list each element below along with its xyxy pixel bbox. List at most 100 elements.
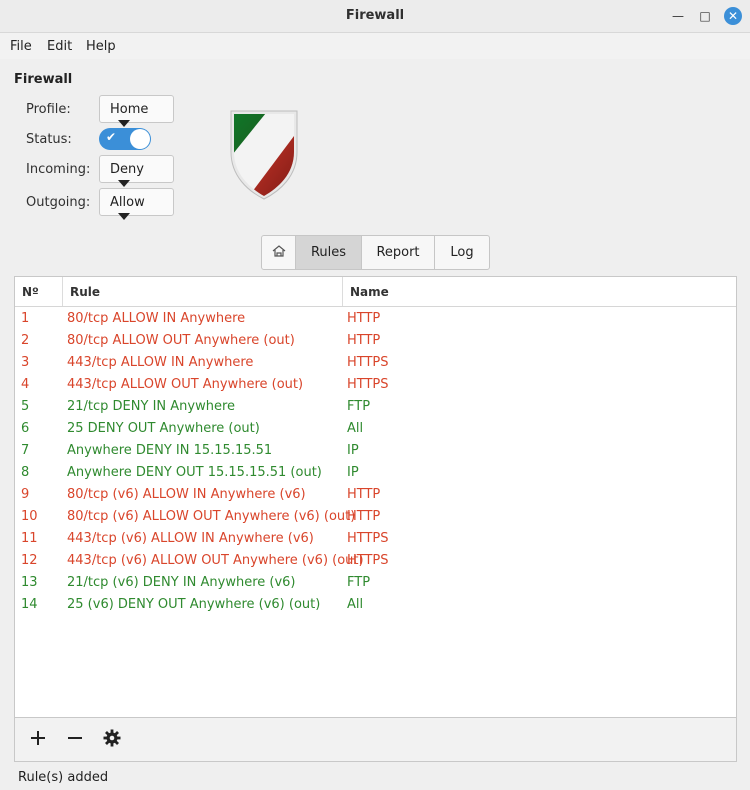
rule-name-cell: HTTPS	[347, 553, 389, 568]
rule-name-cell: IP	[347, 443, 359, 458]
rule-text-cell: 443/tcp (v6) ALLOW IN Anywhere (v6)	[67, 531, 314, 546]
table-row[interactable]: 12 443/tcp (v6) ALLOW OUT Anywhere (v6) (…	[15, 549, 736, 571]
rules-toolbar	[14, 718, 737, 762]
chevron-down-icon	[118, 213, 130, 220]
rule-number-cell: 5	[21, 399, 30, 414]
table-row[interactable]: 11 443/tcp (v6) ALLOW IN Anywhere (v6) HTT…	[15, 527, 736, 549]
menu-bar: File Edit Help	[0, 33, 750, 59]
firewall-shield-icon	[230, 110, 298, 200]
rule-text-cell: 25 DENY OUT Anywhere (out)	[67, 421, 260, 436]
chevron-down-icon	[118, 180, 130, 187]
rule-name-cell: HTTP	[347, 333, 381, 348]
toggle-knob	[130, 129, 150, 149]
profile-dropdown[interactable]: Home	[99, 95, 174, 127]
tab-report[interactable]: Report	[361, 236, 434, 269]
rule-number-cell: 1	[21, 311, 30, 326]
tab-home[interactable]	[262, 236, 295, 269]
plus-icon	[31, 731, 45, 745]
rule-number-cell: 13	[21, 575, 38, 590]
rule-number-cell: 2	[21, 333, 30, 348]
outgoing-label: Outgoing:	[26, 195, 91, 210]
tab-rules[interactable]: Rules	[295, 236, 361, 269]
rule-name-cell: FTP	[347, 399, 371, 414]
rule-name-cell: HTTP	[347, 487, 381, 502]
table-row[interactable]: 3 443/tcp ALLOW IN Anywhere HTTPS	[15, 351, 736, 373]
rule-number-cell: 8	[21, 465, 30, 480]
rules-table: Nº Rule Name 1 80/tcp ALLOW IN Anywhere HT…	[14, 276, 737, 718]
status-toggle[interactable]: ✔	[99, 128, 151, 150]
preferences-button[interactable]	[100, 728, 124, 752]
table-row[interactable]: 8 Anywhere DENY OUT 15.15.15.51 (out) IP	[15, 461, 736, 483]
table-row[interactable]: 6 25 DENY OUT Anywhere (out) All	[15, 417, 736, 439]
rule-number-cell: 14	[21, 597, 38, 612]
remove-rule-button[interactable]	[63, 728, 87, 752]
rule-text-cell: 80/tcp (v6) ALLOW IN Anywhere (v6)	[67, 487, 306, 502]
rule-text-cell: 21/tcp DENY IN Anywhere	[67, 399, 236, 414]
rule-name-cell: HTTPS	[347, 531, 389, 546]
rule-number-cell: 9	[21, 487, 30, 502]
table-row[interactable]: 4 443/tcp ALLOW OUT Anywhere (out) HTTPS	[15, 373, 736, 395]
add-rule-button[interactable]	[26, 728, 50, 752]
column-header-rule[interactable]: Rule	[63, 277, 343, 306]
window-title: Firewall	[345, 8, 405, 23]
outgoing-value: Allow	[110, 195, 145, 210]
rule-name-cell: HTTPS	[347, 355, 389, 370]
rule-number-cell: 11	[21, 531, 38, 546]
status-bar-text: Rule(s) added	[18, 770, 109, 785]
rule-name-cell: HTTP	[347, 509, 381, 524]
menu-edit[interactable]: Edit	[47, 39, 72, 54]
rule-name-cell: All	[347, 421, 364, 436]
table-row[interactable]: 2 80/tcp ALLOW OUT Anywhere (out) HTTP	[15, 329, 736, 351]
table-row[interactable]: 1 80/tcp ALLOW IN Anywhere HTTP	[15, 307, 736, 329]
rule-name-cell: All	[347, 597, 364, 612]
column-header-number[interactable]: Nº	[15, 277, 63, 306]
rule-text-cell: 80/tcp ALLOW IN Anywhere	[67, 311, 246, 326]
minus-icon	[68, 737, 82, 739]
incoming-value: Deny	[110, 162, 144, 177]
rule-number-cell: 3	[21, 355, 30, 370]
title-bar: Firewall — □ ✕	[0, 0, 750, 33]
rule-name-cell: IP	[347, 465, 359, 480]
rule-number-cell: 4	[21, 377, 30, 392]
profile-label: Profile:	[26, 102, 71, 117]
rule-text-cell: 443/tcp ALLOW OUT Anywhere (out)	[67, 377, 304, 392]
rule-number-cell: 12	[21, 553, 38, 568]
status-label: Status:	[26, 132, 72, 147]
section-title: Firewall	[14, 72, 73, 87]
profile-value: Home	[110, 102, 149, 117]
rule-number-cell: 7	[21, 443, 30, 458]
outgoing-dropdown[interactable]: Allow	[99, 188, 174, 220]
maximize-icon[interactable]: □	[697, 8, 713, 24]
minimize-icon[interactable]: —	[670, 8, 686, 24]
table-row[interactable]: 14 25 (v6) DENY OUT Anywhere (v6) (out) Al…	[15, 593, 736, 615]
table-row[interactable]: 13 21/tcp (v6) DENY IN Anywhere (v6) FTP	[15, 571, 736, 593]
tab-log[interactable]: Log	[434, 236, 489, 269]
close-icon[interactable]: ✕	[724, 7, 742, 25]
incoming-dropdown[interactable]: Deny	[99, 155, 174, 187]
table-row[interactable]: 9 80/tcp (v6) ALLOW IN Anywhere (v6) HTTP	[15, 483, 736, 505]
rule-text-cell: 443/tcp ALLOW IN Anywhere	[67, 355, 254, 370]
menu-help[interactable]: Help	[86, 39, 116, 54]
view-tabs: Rules Report Log	[261, 235, 490, 270]
firewall-window: Firewall — □ ✕ File Edit Help Firewall P…	[0, 0, 750, 790]
rule-name-cell: FTP	[347, 575, 371, 590]
gear-icon	[103, 729, 121, 747]
column-header-name[interactable]: Name	[343, 277, 736, 306]
rule-name-cell: HTTP	[347, 311, 381, 326]
rule-text-cell: Anywhere DENY IN 15.15.15.51	[67, 443, 273, 458]
rule-text-cell: 443/tcp (v6) ALLOW OUT Anywhere (v6) (ou…	[67, 553, 364, 568]
table-row[interactable]: 10 80/tcp (v6) ALLOW OUT Anywhere (v6) (o…	[15, 505, 736, 527]
menu-file[interactable]: File	[10, 39, 32, 54]
table-header: Nº Rule Name	[15, 277, 736, 307]
rule-text-cell: 80/tcp (v6) ALLOW OUT Anywhere (v6) (out…	[67, 509, 356, 524]
table-row[interactable]: 7 Anywhere DENY IN 15.15.15.51 IP	[15, 439, 736, 461]
rule-text-cell: 80/tcp ALLOW OUT Anywhere (out)	[67, 333, 295, 348]
home-icon	[272, 245, 285, 257]
table-row[interactable]: 5 21/tcp DENY IN Anywhere FTP	[15, 395, 736, 417]
incoming-label: Incoming:	[26, 162, 91, 177]
rule-number-cell: 6	[21, 421, 30, 436]
check-icon: ✔	[106, 130, 117, 144]
chevron-down-icon	[118, 120, 130, 127]
rule-name-cell: HTTPS	[347, 377, 389, 392]
rule-text-cell: 21/tcp (v6) DENY IN Anywhere (v6)	[67, 575, 296, 590]
